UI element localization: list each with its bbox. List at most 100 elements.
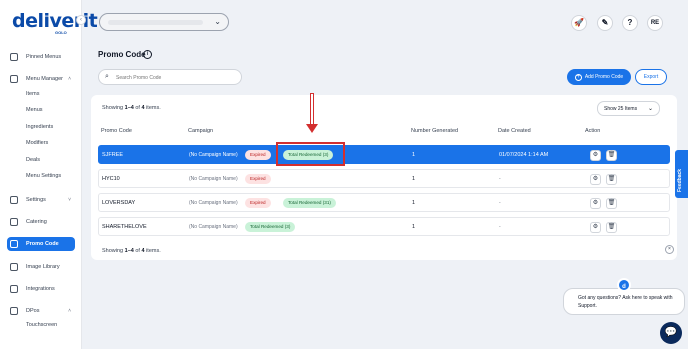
sidebar-item-label: Settings: [26, 197, 46, 203]
status-badge-expired: Expired: [245, 150, 271, 160]
chat-agent-avatar: d: [617, 278, 631, 292]
brush-icon[interactable]: ✎: [597, 15, 613, 31]
promo-code-cell: SJFREE: [102, 152, 124, 158]
sidebar-item-label: Pinned Menus: [26, 54, 62, 60]
number-generated-cell: 1: [412, 176, 416, 182]
add-promo-code-label: Add Promo Code: [584, 74, 624, 80]
date-created-cell: 01/07/2024 1:14 AM: [499, 152, 549, 158]
date-created-cell: -: [499, 200, 501, 206]
export-button[interactable]: Export: [635, 69, 667, 85]
page-size-select[interactable]: Show 25 Items ⌄: [597, 101, 660, 116]
feedback-label: Feedback: [677, 168, 683, 192]
chevron-down-icon: ˅: [68, 197, 71, 203]
table-row[interactable]: SJFREE (No Campaign Name) Expired Total …: [98, 145, 670, 164]
help-icon[interactable]: ?: [622, 15, 638, 31]
chat-close-button[interactable]: ×: [665, 245, 674, 254]
status-badge-redeemed: Total Redeemed (3): [245, 222, 296, 232]
image-icon: [10, 263, 18, 271]
status-badge-redeemed: Total Redeemed (31): [283, 198, 336, 208]
table-row[interactable]: HYC10 (No Campaign Name) Expired 1 - ⚙ 🗑: [98, 169, 670, 188]
annotation-arrow-icon: [306, 124, 318, 133]
column-header-promo-code[interactable]: Promo Code: [101, 128, 132, 134]
campaign-cell: (No Campaign Name): [189, 176, 238, 182]
brand-sub: GOLO: [55, 30, 67, 35]
search-icon: ⌕: [105, 73, 109, 80]
sidebar-subitem-touchscreen[interactable]: Touchscreen: [26, 322, 57, 328]
date-created-cell: -: [499, 224, 501, 230]
sidebar-item-pinned-menus[interactable]: Pinned Menus: [7, 50, 75, 64]
showing-summary-top: Showing 1–4 of 4 items.: [102, 105, 161, 111]
chevron-up-icon: ˄: [68, 308, 71, 314]
settings-icon[interactable]: ⚙: [590, 222, 601, 233]
catering-icon: [10, 218, 18, 226]
sidebar-item-label: Menu Manager: [26, 76, 63, 82]
sidebar-item-label: DPos: [26, 308, 40, 314]
status-badge-expired: Expired: [245, 174, 271, 184]
sidebar-subitem-deals[interactable]: Deals: [26, 157, 40, 163]
delete-icon[interactable]: 🗑: [606, 222, 617, 233]
sidebar-item-settings[interactable]: Settings ˅: [7, 193, 75, 207]
annotation-arrow-shaft: [310, 93, 314, 125]
sidebar: deliverit GOLO Pinned Menus Menu Manager…: [0, 0, 98, 349]
promo-icon: [10, 240, 18, 248]
column-header-number-generated[interactable]: Number Generated: [411, 128, 458, 134]
delete-icon[interactable]: 🗑: [606, 150, 617, 161]
rocket-icon[interactable]: 🚀: [571, 15, 587, 31]
page-size-value: Show 25 Items: [604, 105, 638, 112]
promo-code-cell: SHARETHELOVE: [102, 224, 147, 230]
sidebar-item-label: Catering: [26, 219, 47, 225]
promo-code-cell: HYC10: [102, 176, 120, 182]
menu-icon: [10, 75, 18, 83]
sidebar-item-integrations[interactable]: Integrations: [7, 282, 75, 296]
delete-icon[interactable]: 🗑: [606, 174, 617, 185]
sidebar-item-menu-manager[interactable]: Menu Manager ˄: [7, 72, 75, 86]
sidebar-item-promo-code[interactable]: Promo Code: [7, 237, 75, 251]
sidebar-subitem-ingredients[interactable]: Ingredients: [26, 124, 53, 130]
search-field[interactable]: ⌕: [98, 69, 242, 85]
chat-icon[interactable]: 💬: [660, 322, 682, 344]
add-promo-code-button[interactable]: + Add Promo Code: [567, 69, 631, 85]
column-header-date-created[interactable]: Date Created: [498, 128, 531, 134]
number-generated-cell: 1: [412, 152, 416, 158]
chevron-up-icon: ˄: [68, 76, 71, 82]
sidebar-item-catering[interactable]: Catering: [7, 215, 75, 229]
settings-icon[interactable]: ⚙: [590, 150, 601, 161]
sidebar-collapse-button[interactable]: ‹: [76, 15, 86, 25]
sidebar-subitem-menus[interactable]: Menus: [26, 107, 43, 113]
showing-summary-bottom: Showing 1–4 of 4 items.: [102, 248, 161, 254]
search-input[interactable]: [116, 72, 236, 83]
integrations-icon: [10, 285, 18, 293]
feedback-tab[interactable]: Feedback: [675, 150, 688, 198]
plus-icon: +: [574, 73, 582, 81]
sidebar-subitem-modifiers[interactable]: Modifiers: [26, 140, 48, 146]
user-avatar[interactable]: RE: [647, 15, 663, 31]
table-row[interactable]: SHARETHELOVE (No Campaign Name) Total Re…: [98, 217, 670, 236]
page-title: Promo Code: [98, 50, 146, 59]
sidebar-item-image-library[interactable]: Image Library: [7, 260, 75, 274]
promo-code-cell: LOVERSDAY: [102, 200, 136, 206]
chevron-down-icon: ⌄: [214, 17, 221, 26]
settings-icon[interactable]: ⚙: [590, 174, 601, 185]
settings-icon[interactable]: ⚙: [590, 198, 601, 209]
column-header-campaign[interactable]: Campaign: [188, 128, 213, 134]
gear-icon: [10, 196, 18, 204]
campaign-cell: (No Campaign Name): [189, 200, 238, 206]
status-badge-expired: Expired: [245, 198, 271, 208]
store-selector[interactable]: ⌄: [99, 13, 229, 31]
date-created-cell: -: [499, 176, 501, 182]
sidebar-subitem-items[interactable]: Items: [26, 91, 39, 97]
campaign-cell: (No Campaign Name): [189, 224, 238, 230]
store-name-redacted: [108, 20, 203, 25]
sidebar-subitem-menu-settings[interactable]: Menu Settings: [26, 173, 61, 179]
dpos-icon: [10, 307, 18, 315]
sidebar-item-label: Image Library: [26, 264, 60, 270]
number-generated-cell: 1: [412, 200, 416, 206]
info-icon[interactable]: i: [143, 50, 152, 59]
campaign-cell: (No Campaign Name): [189, 152, 238, 158]
column-header-action: Action: [585, 128, 601, 134]
sidebar-item-label: Integrations: [26, 286, 55, 292]
delete-icon[interactable]: 🗑: [606, 198, 617, 209]
sidebar-item-dpos[interactable]: DPos ˄: [7, 304, 75, 318]
chevron-down-icon: ⌄: [647, 106, 653, 112]
table-row[interactable]: LOVERSDAY (No Campaign Name) Expired Tot…: [98, 193, 670, 212]
